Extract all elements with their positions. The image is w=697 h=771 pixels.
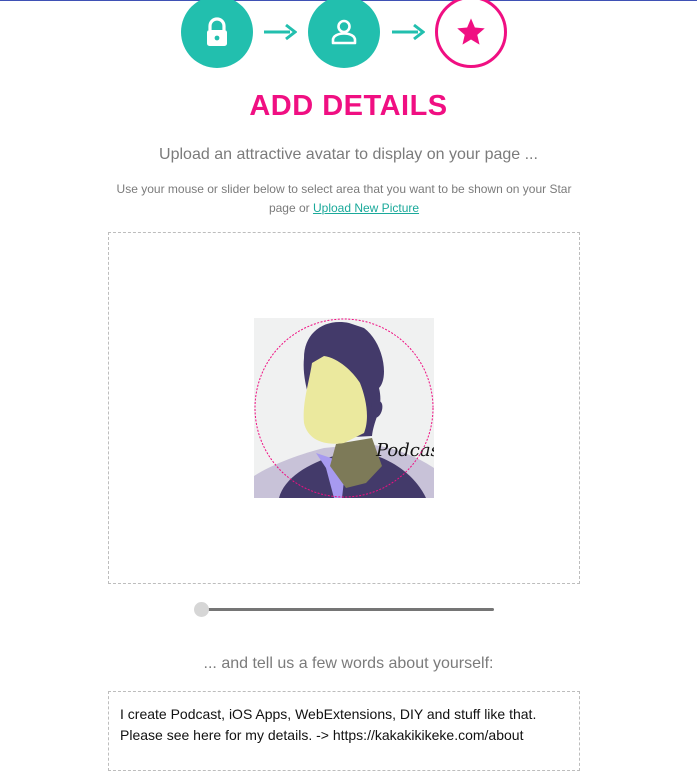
step-progress [0, 0, 697, 70]
lock-icon [207, 17, 227, 46]
avatar-illustration: Podcast [254, 318, 448, 498]
avatar-podcast-text: Podcast [375, 440, 434, 461]
arrow-right-icon [392, 23, 425, 41]
zoom-slider-track[interactable] [202, 608, 494, 611]
arrow-right-icon [264, 23, 297, 41]
zoom-slider-thumb[interactable] [194, 602, 209, 617]
about-textarea[interactable]: I create Podcast, iOS Apps, WebExtension… [108, 691, 580, 771]
step-account [181, 0, 253, 68]
avatar-crop-area[interactable]: Podcast [108, 232, 580, 584]
page-title: ADD DETAILS [249, 90, 448, 122]
step-details [435, 0, 507, 68]
avatar-image[interactable]: Podcast [254, 318, 448, 498]
star-icon [457, 18, 485, 45]
user-icon [331, 19, 357, 45]
step-profile [308, 0, 380, 68]
zoom-slider[interactable] [194, 598, 496, 620]
upload-new-picture-link[interactable]: Upload New Picture [313, 201, 419, 215]
avatar-hint: Use your mouse or slider below to select… [108, 180, 580, 218]
avatar-subtitle: Upload an attractive avatar to display o… [159, 146, 538, 163]
about-label: ... and tell us a few words about yourse… [203, 655, 494, 672]
